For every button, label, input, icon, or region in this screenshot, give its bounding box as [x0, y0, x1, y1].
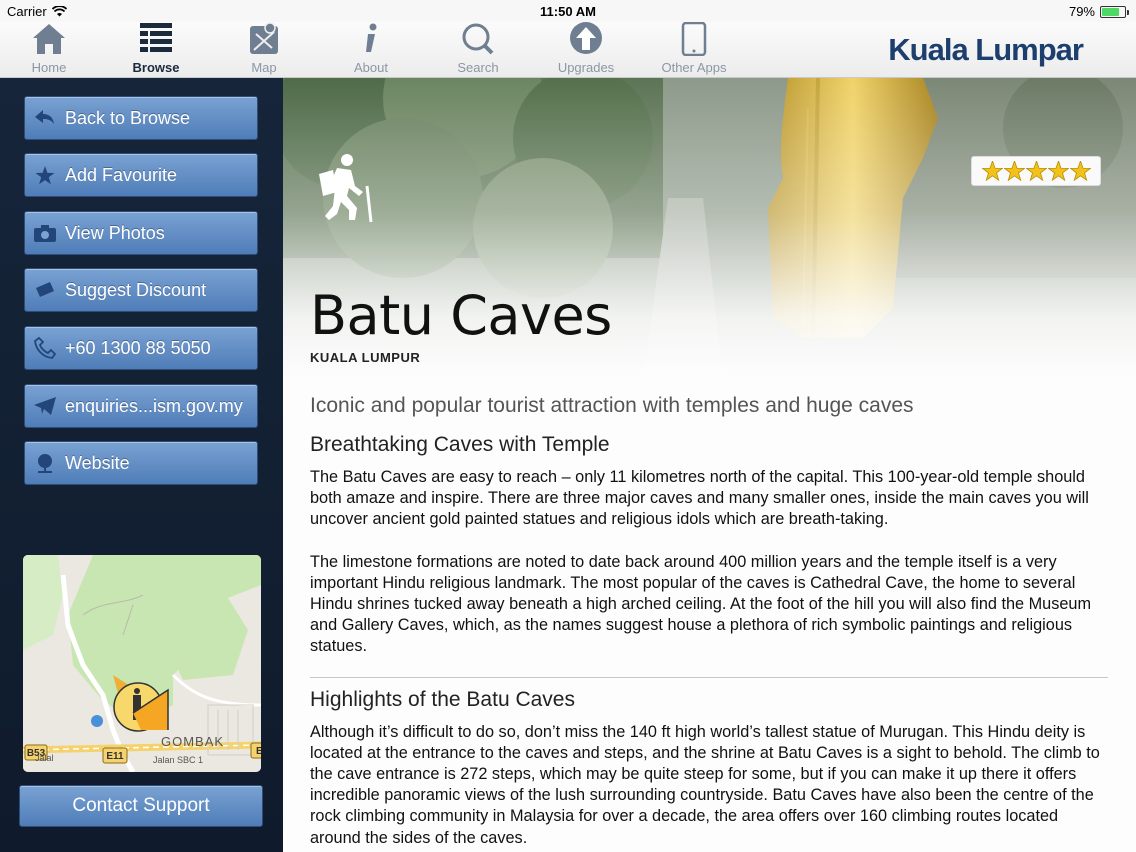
- view-photos-button[interactable]: View Photos: [24, 211, 258, 255]
- section-heading: Breathtaking Caves with Temple: [310, 433, 610, 456]
- tab-map[interactable]: Map: [224, 22, 304, 78]
- rating-star-icon: [1003, 161, 1025, 181]
- paragraph: Although it’s difficult to do so, don’t …: [310, 722, 1100, 847]
- hero-image: Batu Caves KUALA LUMPUR: [283, 78, 1136, 378]
- tab-search[interactable]: Search: [438, 22, 518, 78]
- description: Iconic and popular tourist attraction wi…: [310, 394, 1108, 852]
- house-icon: [33, 24, 65, 54]
- battery-percent: 79%: [1068, 4, 1095, 19]
- detail-panel: Batu Caves KUALA LUMPUR Iconic and popul…: [283, 78, 1136, 852]
- paragraph: The limestone formations are noted to da…: [310, 552, 1092, 656]
- tab-other-apps[interactable]: Other Apps: [654, 22, 734, 78]
- rating-star-icon: [1047, 161, 1069, 181]
- star-icon: [35, 165, 55, 184]
- back-arrow-icon: [35, 110, 54, 124]
- map-label-e: E: [256, 746, 261, 757]
- tagline: Iconic and popular tourist attraction wi…: [310, 394, 914, 417]
- map-label-jalal: Jalal: [35, 753, 54, 763]
- map-icon: [250, 22, 278, 54]
- clock: 11:50 AM: [540, 4, 596, 19]
- tab-browse[interactable]: Browse: [116, 22, 196, 78]
- tablet-icon: [681, 22, 707, 56]
- back-to-browse-button[interactable]: Back to Browse: [24, 96, 258, 140]
- location-subtitle: KUALA LUMPUR: [310, 350, 421, 365]
- upload-arrow-icon: [570, 22, 602, 54]
- website-button[interactable]: Website: [24, 441, 258, 485]
- section-heading: Highlights of the Batu Caves: [310, 687, 575, 711]
- section-divider: [310, 676, 1108, 678]
- camera-icon: [34, 224, 56, 242]
- ticket-icon: [36, 282, 54, 297]
- add-favourite-button[interactable]: Add Favourite: [24, 153, 258, 197]
- phone-button[interactable]: +60 1300 88 5050: [24, 326, 258, 370]
- paragraph: The Batu Caves are easy to reach – only …: [310, 468, 1089, 529]
- star-rating: [971, 156, 1101, 186]
- map-graphic: B53 E11 E GOMBAK Jalan SBC 1 Jalal: [23, 555, 261, 772]
- rating-star-icon: [981, 161, 1003, 181]
- map-label-jalan: Jalan SBC 1: [153, 755, 203, 765]
- tab-about[interactable]: About: [331, 22, 411, 78]
- tab-home[interactable]: Home: [9, 22, 89, 78]
- map-label-gombak: GOMBAK: [161, 734, 224, 749]
- paper-plane-icon: [34, 397, 56, 415]
- battery-icon: [1100, 5, 1129, 18]
- brand-logo: Kuala Lumpar: [888, 32, 1084, 67]
- top-toolbar: Home Browse Map About Search Upgrades Ot…: [0, 22, 1136, 78]
- page-title: Batu Caves: [310, 284, 612, 347]
- magnifier-icon: [462, 23, 494, 55]
- rating-star-icon: [1025, 161, 1047, 181]
- suggest-discount-button[interactable]: Suggest Discount: [24, 268, 258, 312]
- globe-icon: [38, 454, 52, 473]
- hiking-icon: [311, 152, 381, 229]
- phone-icon: [34, 337, 56, 359]
- location-map[interactable]: B53 E11 E GOMBAK Jalan SBC 1 Jalal: [23, 555, 261, 772]
- contact-support-button[interactable]: Contact Support: [19, 785, 263, 827]
- battery-level: [1102, 7, 1120, 16]
- list-icon: [140, 23, 172, 52]
- rating-star-icon: [1069, 161, 1091, 181]
- email-button[interactable]: enquiries...ism.gov.my: [24, 384, 258, 428]
- map-label-e11: E11: [106, 751, 124, 762]
- status-bar: Carrier 11:50 AM 79%: [0, 0, 1136, 22]
- info-icon: [366, 23, 377, 52]
- tab-upgrades[interactable]: Upgrades: [546, 22, 626, 78]
